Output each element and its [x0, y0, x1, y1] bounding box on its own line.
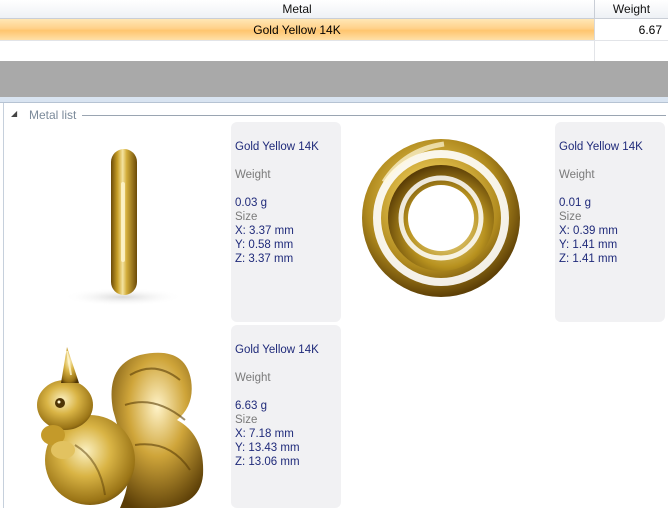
size-y: Y: 0.58 mm: [235, 239, 294, 251]
weight-label: Weight: [235, 169, 271, 181]
size-x: X: 7.18 mm: [235, 428, 294, 440]
squirrel-image: [37, 347, 204, 508]
cell-weight[interactable]: 6.67: [595, 19, 668, 40]
thumbnail-ring-side[interactable]: [5, 122, 229, 322]
size-x: X: 0.39 mm: [559, 225, 618, 237]
column-header-weight[interactable]: Weight: [595, 0, 668, 18]
weight-value: 6.63 g: [235, 400, 267, 412]
panel-left-border: [3, 103, 4, 508]
grid-header: Metal Weight: [0, 0, 668, 19]
row-divider: [0, 40, 668, 41]
size-z: Z: 1.41 mm: [559, 253, 618, 265]
cell-metal[interactable]: Gold Yellow 14K: [0, 19, 595, 40]
size-x: X: 3.37 mm: [235, 225, 294, 237]
metal-name: Gold Yellow 14K: [559, 141, 643, 153]
size-label: Size: [235, 414, 258, 426]
weight-label: Weight: [235, 372, 271, 384]
collapse-toggle-icon[interactable]: ◢: [11, 109, 17, 118]
group-divider: [82, 115, 666, 116]
size-label: Size: [559, 211, 582, 223]
metal-list-panel: ◢ Metal list Gold Yellow 14K Weight 0.03…: [0, 103, 668, 508]
empty-grid-area: [0, 61, 668, 97]
ring-side-image: [63, 149, 183, 306]
metal-card-info: Gold Yellow 14K Weight 0.03 g Size X: 3.…: [231, 122, 341, 322]
weight-label: Weight: [559, 169, 595, 181]
metal-list-title: Metal list: [29, 108, 81, 122]
weight-value: 0.03 g: [235, 197, 267, 209]
weight-value: 0.01 g: [559, 197, 591, 209]
size-label: Size: [235, 211, 258, 223]
metal-card-info: Gold Yellow 14K Weight 6.63 g Size X: 7.…: [231, 325, 341, 508]
thumbnail-squirrel[interactable]: [5, 325, 229, 508]
thumbnail-ring-front[interactable]: [344, 122, 552, 322]
metal-name: Gold Yellow 14K: [235, 344, 319, 356]
column-header-metal[interactable]: Metal: [0, 0, 595, 18]
metal-card-info: Gold Yellow 14K Weight 0.01 g Size X: 0.…: [555, 122, 665, 322]
size-y: Y: 1.41 mm: [559, 239, 618, 251]
table-row[interactable]: Gold Yellow 14K 6.67: [0, 19, 668, 40]
size-z: Z: 3.37 mm: [235, 253, 294, 265]
metal-name: Gold Yellow 14K: [235, 141, 319, 153]
metal-grid: Metal Weight Gold Yellow 14K 6.67: [0, 0, 668, 61]
column-divider: [594, 41, 595, 61]
size-z: Z: 13.06 mm: [235, 456, 300, 468]
ring-front-image: [362, 139, 520, 297]
size-y: Y: 13.43 mm: [235, 442, 300, 454]
